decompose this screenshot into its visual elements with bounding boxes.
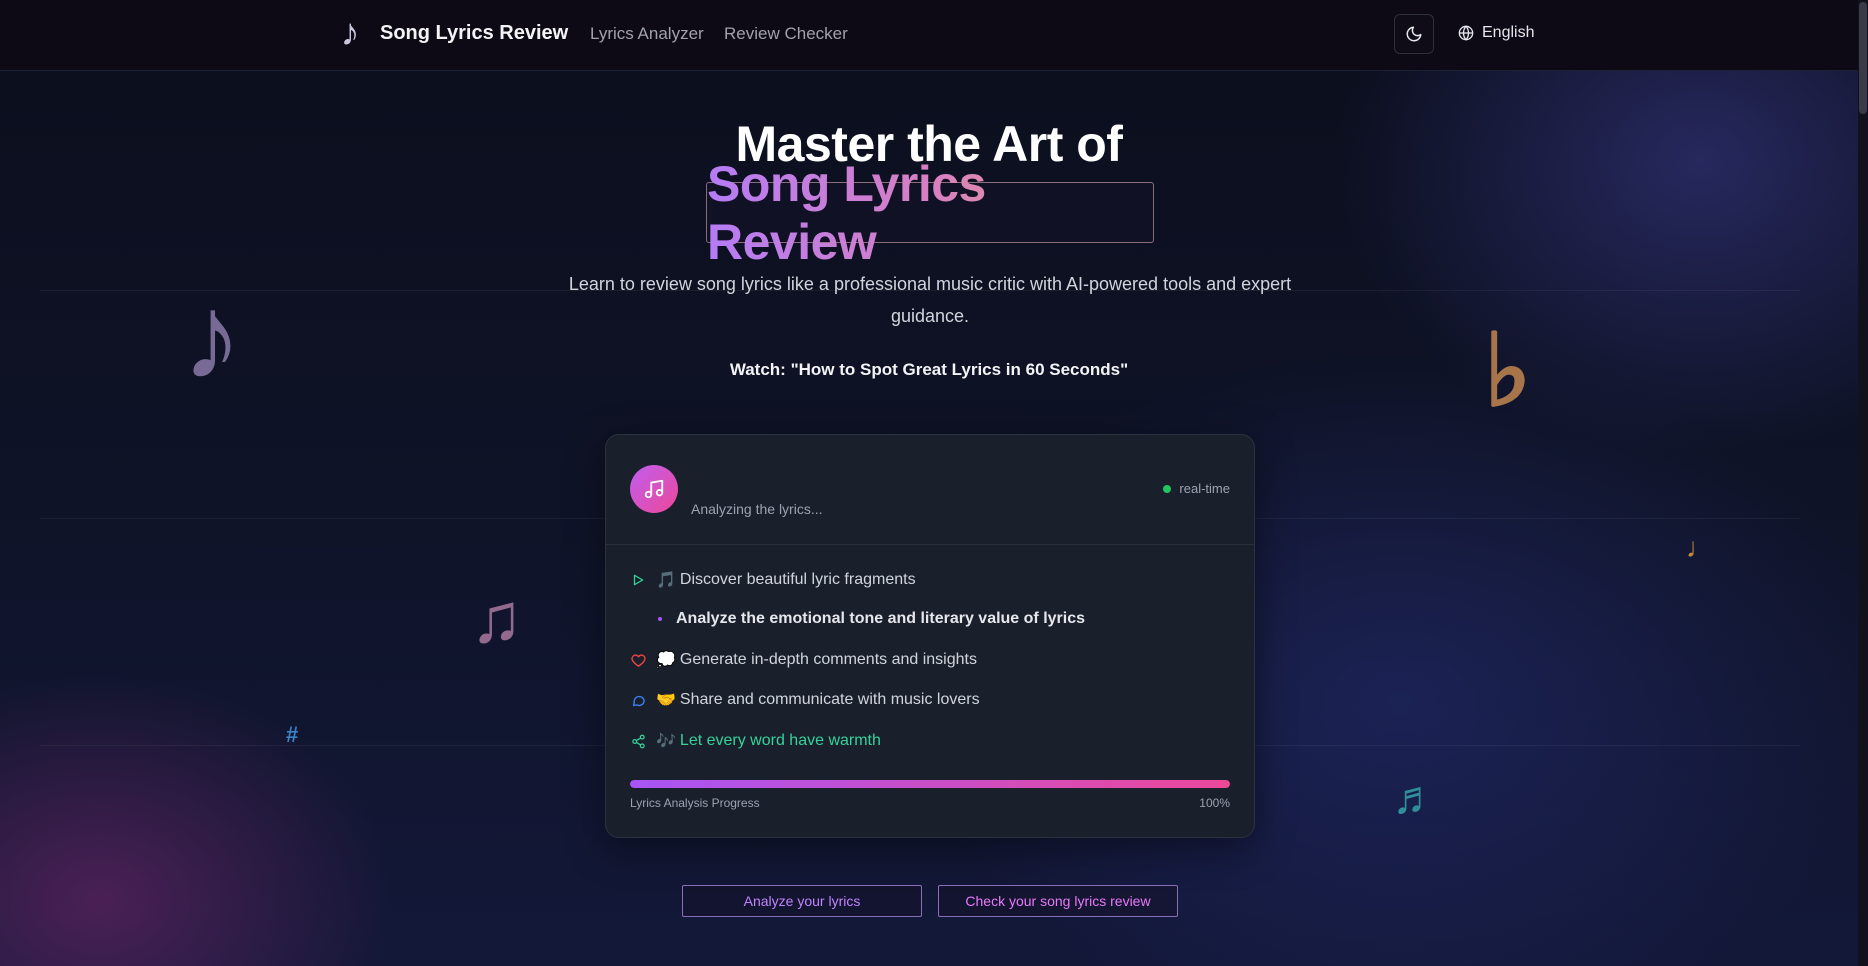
music-note-logo-icon: ♪ — [340, 11, 360, 54]
music-emoji: 🎵 — [656, 572, 676, 589]
progress-label: Lyrics Analysis Progress — [630, 796, 760, 810]
theme-toggle-button[interactable] — [1394, 14, 1434, 54]
nav-review-checker[interactable]: Review Checker — [724, 24, 848, 44]
list-item-text: Let every word have warmth — [679, 732, 881, 749]
sixteenth-notes-icon: ♬ — [1392, 771, 1438, 823]
scrollbar-thumb[interactable] — [1859, 2, 1867, 114]
analyze-lyrics-button[interactable]: Analyze your lyrics — [682, 885, 922, 917]
list-item-text: Share and communicate with music lovers — [679, 691, 980, 708]
globe-icon — [1458, 25, 1474, 41]
handshake-emoji: 🤝 — [656, 692, 676, 709]
page-scrollbar[interactable] — [1858, 0, 1868, 966]
list-item: 🎵 Discover beautiful lyric fragments — [630, 570, 916, 590]
language-label: English — [1482, 24, 1535, 41]
list-item: 💭 Generate in-depth comments and insight… — [630, 650, 977, 670]
analysis-status: Analyzing the lyrics... — [691, 501, 823, 517]
nav-lyrics-analyzer[interactable]: Lyrics Analyzer — [590, 24, 704, 44]
chat-icon — [630, 692, 646, 708]
list-item: 🤝 Share and communicate with music lover… — [630, 690, 980, 710]
check-review-button[interactable]: Check your song lyrics review — [938, 885, 1178, 917]
list-item-text: Generate in-depth comments and insights — [679, 651, 977, 668]
progress-bar — [630, 780, 1230, 788]
language-selector[interactable]: English — [1458, 24, 1534, 42]
sharp-sign-icon: # — [286, 722, 299, 747]
hero-highlight-box: Song Lyrics Review — [706, 156, 1154, 270]
hero-subtitle: Learn to review song lyrics like a profe… — [568, 274, 1292, 326]
list-item: 🎶 Let every word have warmth — [630, 731, 881, 751]
progress-value: 100% — [1199, 796, 1230, 810]
heart-icon — [630, 652, 646, 668]
music-icon — [630, 465, 678, 513]
brand[interactable]: ♪ Song Lyrics Review — [330, 11, 569, 54]
list-item-text: Discover beautiful lyric fragments — [679, 571, 916, 588]
moon-icon — [1406, 26, 1422, 42]
brand-name: Song Lyrics Review — [380, 21, 569, 44]
list-item-active: Analyze the emotional tone and literary … — [630, 610, 1085, 628]
hero-title-highlight: Song Lyrics Review — [707, 155, 1153, 271]
analysis-card: Analyzing the lyrics... real-time 🎵 Disc… — [605, 434, 1255, 838]
top-navbar: ♪ Song Lyrics Review Lyrics Analyzer Rev… — [0, 0, 1868, 71]
beamed-notes-icon: ♫ — [470, 579, 523, 657]
thought-emoji: 💭 — [656, 652, 676, 669]
watch-video-label[interactable]: Watch: "How to Spot Great Lyrics in 60 S… — [0, 360, 1858, 380]
realtime-indicator: real-time — [1163, 481, 1230, 496]
play-icon — [630, 572, 646, 588]
share-icon — [630, 733, 646, 749]
card-divider — [606, 544, 1254, 545]
realtime-label: real-time — [1179, 481, 1230, 496]
quarter-note-icon: ♩ — [1686, 532, 1714, 563]
bullet-icon — [658, 617, 662, 621]
notes-emoji: 🎶 — [656, 733, 676, 750]
progress-bar-fill — [630, 780, 1230, 788]
live-dot-icon — [1163, 484, 1172, 493]
list-item-text: Analyze the emotional tone and literary … — [676, 610, 1086, 627]
eighth-note-icon: ♪ — [182, 270, 242, 404]
